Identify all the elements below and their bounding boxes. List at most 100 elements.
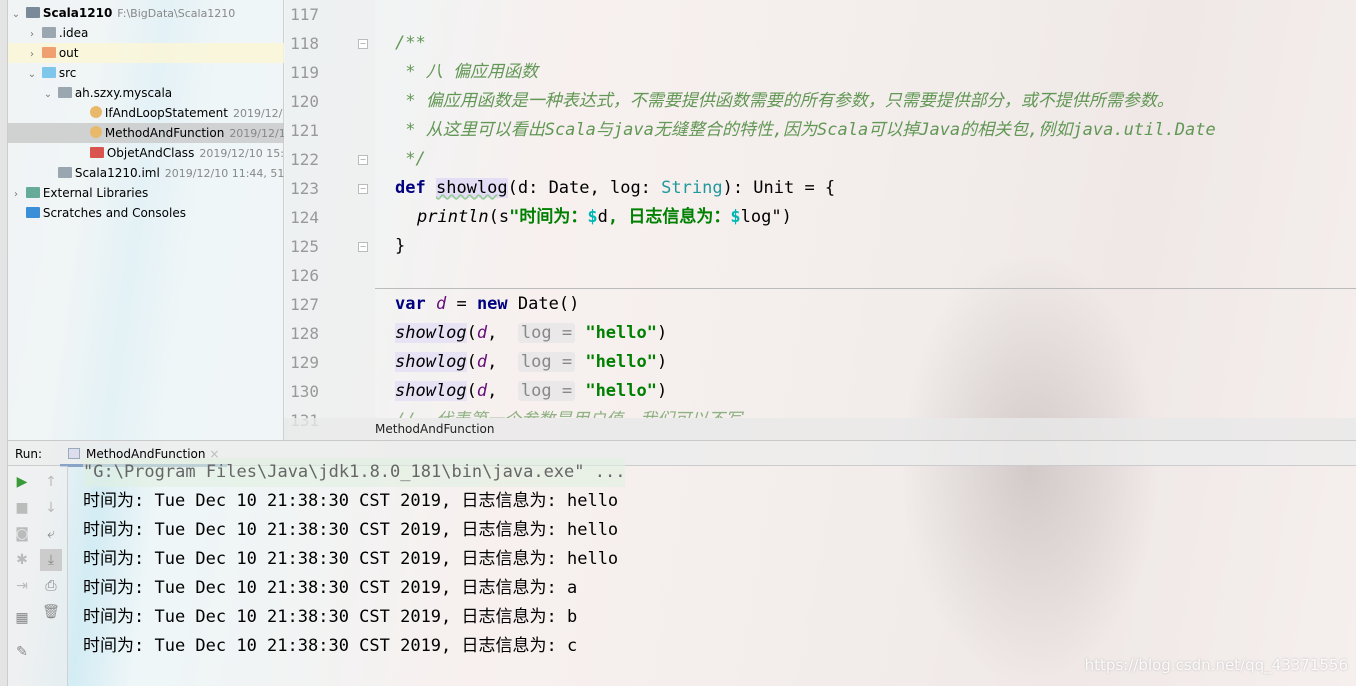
comma: , [487, 323, 508, 343]
fold-icon[interactable]: − [358, 155, 368, 165]
tree-item-meta: 2019/12/10 15:5 [199, 147, 284, 160]
trash-icon[interactable]: 🗑 [40, 601, 62, 623]
keyword: new [476, 294, 508, 314]
fold-icon[interactable]: − [358, 242, 368, 252]
function-name[interactable]: showlog [435, 178, 508, 198]
rerun-icon[interactable]: ▶ [11, 471, 33, 493]
tree-item-label: IfAndLoopStatement [104, 106, 228, 120]
chevron-icon[interactable]: ⌄ [10, 5, 22, 23]
tree-item[interactable]: › out [8, 43, 284, 63]
string: "时间为： [509, 207, 588, 227]
console-output[interactable]: "G:\Program Files\Java\jdk1.8.0_181\bin\… [83, 458, 626, 661]
tree-item-label: out [58, 46, 79, 60]
down-arrow-icon[interactable]: ↓ [40, 497, 62, 519]
console-icon [68, 448, 80, 459]
iml-file-icon [57, 167, 72, 178]
tree-item[interactable]: ObjetAndClass 2019/12/10 15:5 [8, 143, 284, 163]
tree-item-label: Scala1210 [42, 6, 113, 20]
tree-item-label: MethodAndFunction [104, 126, 225, 140]
debug-icon[interactable]: ✱ [11, 549, 33, 571]
console-command: "G:\Program Files\Java\jdk1.8.0_181\bin\… [83, 458, 626, 487]
layout-icon[interactable]: ▦ [11, 607, 33, 629]
fold-icon[interactable]: − [358, 39, 368, 49]
string: "hello" [585, 323, 657, 343]
code-line-118: /** [395, 33, 426, 53]
comma: , [487, 352, 508, 372]
parameter-hint: log = [517, 352, 576, 372]
pin-icon[interactable]: ✎ [11, 641, 33, 663]
fold-icon[interactable]: − [358, 184, 368, 194]
code-line-120: * 偏应用函数是一种表达式，不需要提供函数需要的所有参数，只需要提供部分，或不提… [395, 91, 1174, 111]
editor-breadcrumb[interactable]: MethodAndFunction [284, 418, 1356, 440]
tree-item[interactable]: ⌄ src [8, 63, 284, 83]
variable: d [435, 294, 447, 314]
string: "hello" [585, 381, 657, 401]
up-arrow-icon[interactable]: ↑ [40, 471, 62, 493]
return-type: ): Unit = { [722, 178, 836, 198]
line-number: 123 [290, 179, 319, 198]
assign: = [446, 294, 477, 314]
tree-item[interactable]: ⌄ Scala1210 F:\BigData\Scala1210 [8, 3, 284, 23]
tree-item[interactable]: Scala1210.iml 2019/12/10 11:44, 512 B [8, 163, 284, 183]
code-line-121: * 从这里可以看出Scala与java无缝整合的特性,因为Scala可以掉Jav… [395, 120, 1216, 140]
paren: ( [466, 352, 477, 372]
tree-item-label: .idea [58, 26, 89, 40]
tree-item-meta: 2019/12/ [232, 107, 283, 120]
scala-object-icon [89, 106, 102, 118]
tree-item-label: Scala1210.iml [74, 166, 160, 180]
tree-item[interactable]: ⌄ ah.szxy.myscala [8, 83, 284, 103]
code-line-129: showlog(d, log = "hello") [395, 348, 667, 377]
chevron-icon[interactable]: › [26, 45, 38, 63]
paren: ) [656, 352, 668, 372]
console-line: 时间为: Tue Dec 10 21:38:30 CST 2019, 日志信息为… [83, 578, 578, 598]
interp: $ [730, 207, 741, 227]
libraries-icon [25, 187, 40, 198]
keyword: var [395, 294, 426, 314]
code-line-122: */ [395, 149, 426, 169]
type: String [661, 178, 723, 198]
comma: , [487, 381, 508, 401]
tree-item-label: Scratches and Consoles [42, 206, 186, 220]
code-editor[interactable]: /** * 八 偏应用函数 * 偏应用函数是一种表达式，不需要提供函数需要的所有… [395, 0, 1356, 418]
parameter-hint: log = [517, 381, 576, 401]
chevron-icon[interactable]: › [10, 185, 22, 203]
chevron-icon[interactable]: ⌄ [26, 65, 38, 83]
tree-item-meta: 2019/12/1 [229, 127, 284, 140]
variable: d [476, 323, 488, 343]
paren: ( [466, 323, 477, 343]
chevron-icon[interactable]: ⌄ [42, 85, 54, 103]
line-number: 118 [290, 34, 319, 53]
scala-file-icon [89, 147, 104, 158]
method-separator [375, 288, 1356, 289]
paren: ( [466, 381, 477, 401]
exit-icon[interactable]: ⇥ [11, 575, 33, 597]
tree-item[interactable]: MethodAndFunction 2019/12/1 [8, 123, 284, 143]
params: (d: Date, log: [507, 178, 662, 198]
chevron-icon[interactable]: › [26, 25, 38, 43]
camera-icon[interactable]: ◙ [11, 523, 33, 545]
stop-icon[interactable]: ■ [11, 497, 33, 519]
code-line-130: showlog(d, log = "hello") [395, 377, 667, 406]
scroll-to-end-icon[interactable]: ⤓ [40, 549, 62, 571]
print-icon[interactable]: ⎙ [40, 575, 62, 597]
s-prefix: (s [488, 207, 510, 227]
line-number: 121 [290, 121, 319, 140]
tree-item[interactable]: IfAndLoopStatement 2019/12/ [8, 103, 284, 123]
keyword: def [395, 178, 426, 198]
tree-item[interactable]: › .idea [8, 23, 284, 43]
tree-item[interactable]: › External Libraries [8, 183, 284, 203]
code-line-131: // _代表第一个参数是用户值，我们可以不写 [395, 406, 742, 418]
tree-item-label: src [58, 66, 77, 80]
function-call[interactable]: showlog [395, 323, 467, 343]
line-number: 127 [290, 295, 319, 314]
console-line: 时间为: Tue Dec 10 21:38:30 CST 2019, 日志信息为… [83, 491, 619, 511]
tree-item-label: External Libraries [42, 186, 149, 200]
function-call[interactable]: showlog [395, 352, 467, 372]
function-call[interactable]: showlog [395, 381, 467, 401]
soft-wrap-icon[interactable]: ⤶ [40, 523, 62, 545]
tree-item[interactable]: Scratches and Consoles [8, 203, 284, 223]
code-line-119: * 八 偏应用函数 [395, 62, 538, 82]
paren: ) [656, 381, 668, 401]
line-number: 119 [290, 63, 319, 82]
project-tree: ⌄ Scala1210 F:\BigData\Scala1210 › .idea › … [8, 0, 284, 440]
